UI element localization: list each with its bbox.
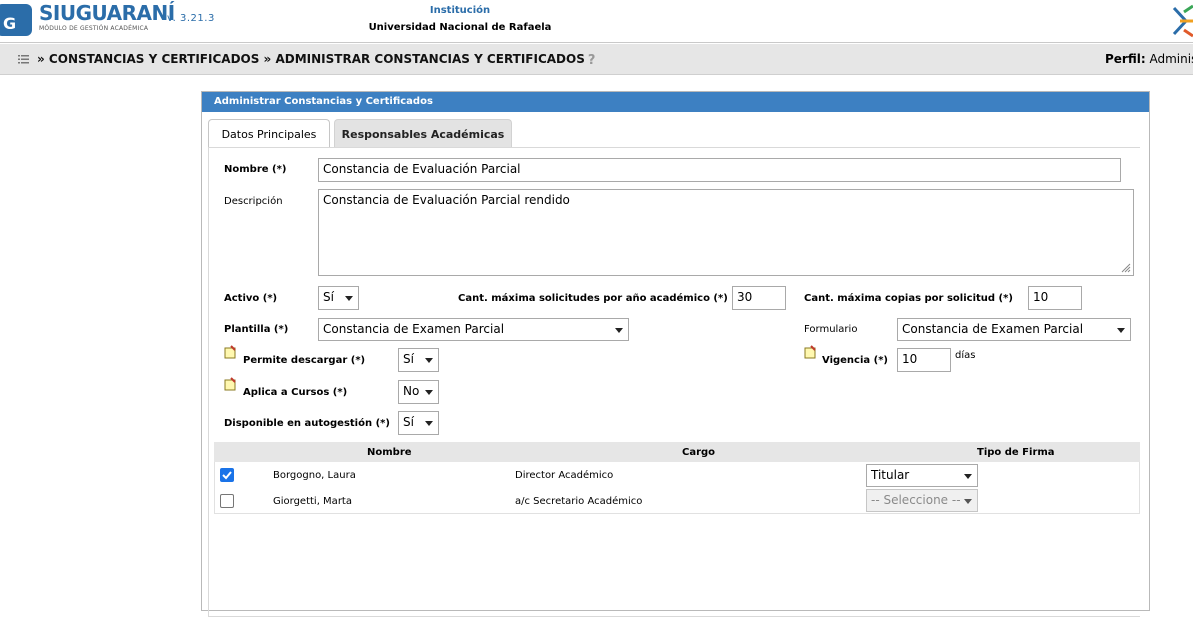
- chevron-down-icon: [615, 328, 623, 333]
- form-area: Nombre (*) Constancia de Evaluación Parc…: [208, 147, 1140, 617]
- chevron-down-icon: [964, 474, 972, 479]
- institution-label: Institución: [0, 5, 920, 16]
- table-header: Nombre Cargo Tipo de Firma: [214, 442, 1140, 462]
- note-icon[interactable]: [224, 345, 237, 359]
- plantilla-label: Plantilla (*): [224, 324, 288, 335]
- row-cargo: Director Académico: [515, 470, 613, 481]
- breadcrumb: » CONSTANCIAS Y CERTIFICADOS » ADMINISTR…: [37, 52, 600, 67]
- descripcion-value: Constancia de Evaluación Parcial rendido: [323, 193, 570, 207]
- descripcion-label: Descripción: [224, 196, 283, 207]
- activo-select[interactable]: Sí: [318, 286, 359, 310]
- chevron-down-icon: [425, 358, 433, 363]
- chevron-down-icon: [425, 421, 433, 426]
- formulario-select[interactable]: Constancia de Examen Parcial: [897, 318, 1131, 341]
- app-switcher-icon[interactable]: [1170, 4, 1193, 38]
- chevron-down-icon: [425, 390, 433, 395]
- activo-label: Activo (*): [224, 293, 277, 304]
- breadcrumb-bar: » CONSTANCIAS Y CERTIFICADOS » ADMINISTR…: [0, 44, 1193, 75]
- disponible-label: Disponible en autogestión (*): [224, 418, 390, 429]
- nombre-input[interactable]: Constancia de Evaluación Parcial: [318, 158, 1121, 182]
- vigencia-label: Vigencia (*): [822, 355, 888, 366]
- breadcrumb-text[interactable]: » CONSTANCIAS Y CERTIFICADOS » ADMINISTR…: [37, 52, 585, 66]
- nombre-label: Nombre (*): [224, 164, 286, 175]
- disponible-select[interactable]: Sí: [398, 411, 439, 435]
- cant-copias-label: Cant. máxima copias por solicitud (*): [804, 293, 1013, 304]
- panel-title: Administrar Constancias y Certificados: [202, 92, 1149, 112]
- note-icon[interactable]: [804, 345, 817, 359]
- resize-grip-icon[interactable]: [1121, 263, 1131, 273]
- perfil-indicator[interactable]: Perfil: Adminis: [1105, 52, 1193, 66]
- menu-list-icon[interactable]: [18, 55, 29, 64]
- tab-responsables-academicas[interactable]: Responsables Académicas: [334, 119, 512, 147]
- vigencia-unit: días: [955, 350, 975, 361]
- permite-descargar-label: Permite descargar (*): [243, 355, 365, 366]
- column-header-tipo-firma: Tipo de Firma: [977, 447, 1055, 458]
- aplica-cursos-select[interactable]: No: [398, 380, 439, 404]
- perfil-value: Adminis: [1150, 52, 1193, 66]
- permite-descargar-select[interactable]: Sí: [398, 348, 439, 372]
- vigencia-input[interactable]: 10: [897, 348, 951, 372]
- table-row: Giorgetti, Marta a/c Secretario Académic…: [214, 488, 1140, 514]
- column-header-cargo: Cargo: [682, 447, 715, 458]
- descripcion-textarea[interactable]: Constancia de Evaluación Parcial rendido: [318, 189, 1134, 276]
- perfil-label: Perfil:: [1105, 52, 1146, 66]
- row-nombre: Borgogno, Laura: [273, 470, 356, 481]
- tipo-firma-select[interactable]: Titular: [866, 464, 978, 487]
- plantilla-select[interactable]: Constancia de Examen Parcial: [318, 318, 629, 341]
- row-checkbox-checked[interactable]: [220, 468, 234, 482]
- aplica-cursos-label: Aplica a Cursos (*): [243, 387, 347, 398]
- help-icon[interactable]: ?: [588, 53, 600, 67]
- column-header-nombre: Nombre: [367, 447, 412, 458]
- tab-datos-principales[interactable]: Datos Principales: [208, 119, 330, 147]
- check-icon: [220, 468, 234, 482]
- row-cargo: a/c Secretario Académico: [515, 496, 642, 507]
- cant-copias-input[interactable]: 10: [1028, 286, 1082, 310]
- chevron-down-icon: [345, 296, 353, 301]
- row-checkbox-unchecked[interactable]: [220, 494, 234, 508]
- row-nombre: Giorgetti, Marta: [273, 496, 352, 507]
- institution-name: Universidad Nacional de Rafaela: [0, 22, 920, 33]
- formulario-label: Formulario: [804, 324, 857, 335]
- table-row: Borgogno, Laura Director Académico Titul…: [214, 462, 1140, 488]
- top-header: G SIUGUARANÍ MÓDULO DE GESTIÓN ACADÉMICA…: [0, 0, 1193, 43]
- cant-solicitudes-label: Cant. máxima solicitudes por año académi…: [458, 293, 728, 304]
- chevron-down-icon: [1117, 328, 1125, 333]
- cant-solicitudes-input[interactable]: 30: [732, 286, 786, 310]
- chevron-down-icon: [964, 499, 972, 504]
- note-icon[interactable]: [224, 377, 237, 391]
- constancias-panel: Administrar Constancias y Certificados D…: [201, 91, 1150, 611]
- tipo-firma-select-disabled: -- Seleccione --: [866, 489, 978, 512]
